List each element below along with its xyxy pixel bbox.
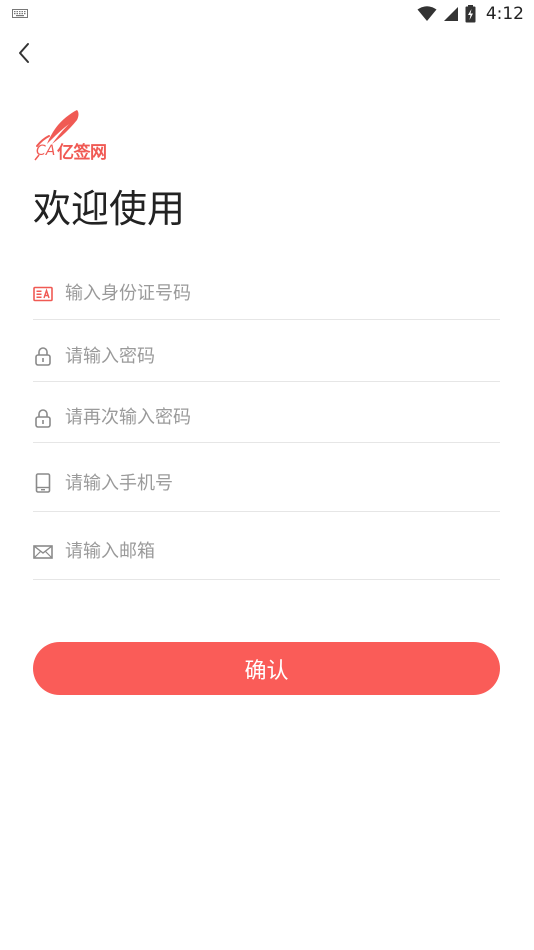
confirm-button[interactable]: 确认 <box>33 642 500 695</box>
email-input[interactable] <box>65 541 500 562</box>
phone-field <box>33 455 500 512</box>
battery-icon <box>465 5 476 23</box>
password-confirm-field <box>33 393 500 443</box>
email-field <box>33 524 500 580</box>
mail-icon <box>33 542 53 562</box>
id-card-input[interactable] <box>65 283 500 304</box>
status-time: 4:12 <box>485 4 524 24</box>
wifi-icon <box>417 6 437 21</box>
logo-brand-text: 亿签网 <box>57 143 107 163</box>
keyboard-icon <box>12 9 28 18</box>
id-card-icon <box>33 284 53 304</box>
password-confirm-input[interactable] <box>65 407 500 428</box>
lock-icon <box>33 346 53 366</box>
password-field <box>33 331 500 382</box>
back-button[interactable] <box>14 40 36 66</box>
password-input[interactable] <box>65 345 500 367</box>
app-logo: CA 亿签网 <box>33 108 113 163</box>
phone-input[interactable] <box>65 472 500 494</box>
lock-icon <box>33 408 53 428</box>
page-title: 欢迎使用 <box>33 187 186 231</box>
chevron-left-icon <box>19 43 29 63</box>
status-bar: 4:12 <box>0 0 534 28</box>
logo-ca-text: CA <box>36 143 56 159</box>
id-card-field <box>33 268 500 320</box>
phone-icon <box>33 473 53 493</box>
signal-icon <box>443 7 458 21</box>
